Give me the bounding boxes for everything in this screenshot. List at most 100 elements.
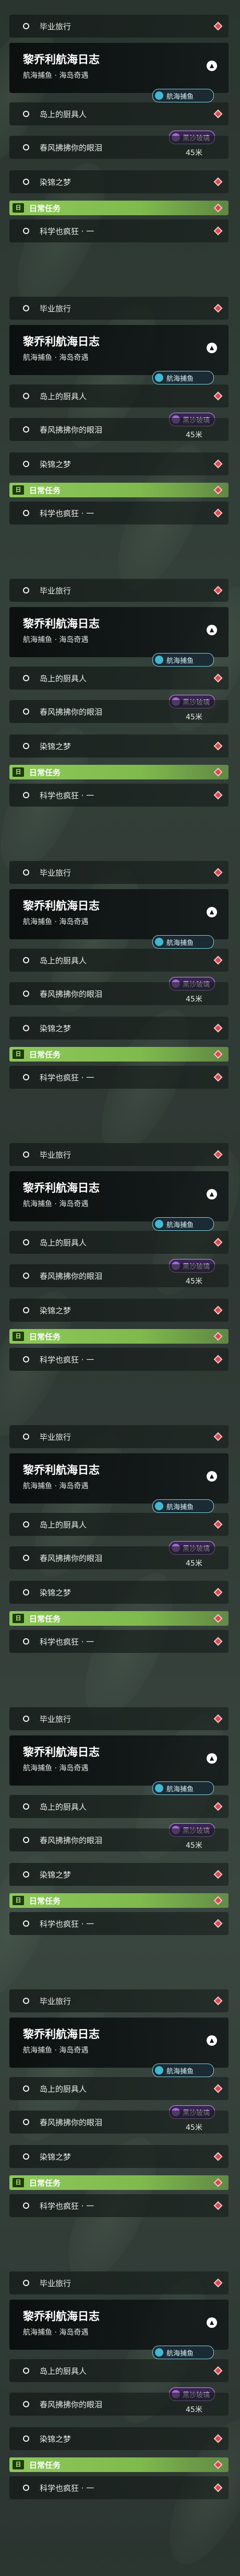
- active-quest-card[interactable]: 黎乔利航海日志 航海捕鱼 · 海岛奇遇 ▲: [9, 2300, 229, 2350]
- quest-item-dye-dream[interactable]: 染锦之梦: [9, 1581, 229, 1604]
- daily-task-header[interactable]: 日 日常任务: [9, 2175, 229, 2190]
- quest-tracker-panel: 毕业旅行 黎乔利航海日志 航海捕鱼 · 海岛奇遇 ▲ 航海捕鱼 岛上的厨具人 黑…: [0, 846, 240, 1128]
- quest-item-island-people[interactable]: 岛上的厨具人: [9, 2359, 229, 2382]
- active-quest-card[interactable]: 黎乔利航海日志 航海捕鱼 · 海岛奇遇 ▲: [9, 1171, 229, 1221]
- quest-item-graduation[interactable]: 毕业旅行: [9, 1989, 229, 2012]
- quest-item-label: 科学也疯狂 · 一: [40, 1073, 94, 1082]
- chevron-up-icon[interactable]: ▲: [207, 2035, 217, 2046]
- quest-item-island-people[interactable]: 岛上的厨具人: [9, 1231, 229, 1254]
- quest-tracker-panel: 毕业旅行 黎乔利航海日志 航海捕鱼 · 海岛奇遇 ▲ 航海捕鱼 岛上的厨具人 黑…: [0, 564, 240, 846]
- daily-task-header[interactable]: 日 日常任务: [9, 201, 229, 215]
- active-quest-card[interactable]: 黎乔利航海日志 航海捕鱼 · 海岛奇遇 ▲: [9, 889, 229, 939]
- quest-item-graduation[interactable]: 毕业旅行: [9, 2271, 229, 2294]
- chevron-up-icon[interactable]: ▲: [207, 1471, 217, 1482]
- quest-item-label: 岛上的厨具人: [40, 1238, 87, 1248]
- circle-icon: [23, 1638, 29, 1645]
- quest-item-science[interactable]: 科学也疯狂 · 一: [9, 784, 229, 807]
- quest-item-graduation[interactable]: 毕业旅行: [9, 1425, 229, 1448]
- circle-icon: [23, 1239, 29, 1245]
- circle-icon: [23, 743, 29, 749]
- quest-item-dye-dream[interactable]: 染锦之梦: [9, 1017, 229, 1040]
- quest-item-label: 染锦之梦: [40, 177, 71, 187]
- quest-item-science[interactable]: 科学也疯狂 · 一: [9, 2194, 229, 2217]
- quest-title: 黎乔利航海日志: [23, 1464, 100, 1476]
- daily-task-header[interactable]: 日 日常任务: [9, 765, 229, 779]
- quest-item-graduation[interactable]: 毕业旅行: [9, 297, 229, 320]
- daily-task-icon: 日: [13, 203, 24, 213]
- map-marker-diamond-icon: [213, 177, 223, 187]
- quest-item-island-people[interactable]: 岛上的厨具人: [9, 384, 229, 407]
- quest-item-science[interactable]: 科学也疯狂 · 一: [9, 1630, 229, 1653]
- daily-task-header[interactable]: 日 日常任务: [9, 2457, 229, 2472]
- fishing-icon: [155, 656, 163, 664]
- active-quest-card[interactable]: 黎乔利航海日志 航海捕鱼 · 海岛奇遇 ▲: [9, 1735, 229, 1786]
- quest-item-graduation[interactable]: 毕业旅行: [9, 1707, 229, 1730]
- map-marker-diamond-icon: [213, 767, 223, 777]
- active-quest-card[interactable]: 黎乔利航海日志 航海捕鱼 · 海岛奇遇 ▲: [9, 607, 229, 657]
- map-marker-diamond-icon: [213, 109, 223, 119]
- map-marker-diamond-icon: [213, 1050, 223, 1059]
- map-marker-diamond-icon: [213, 1996, 223, 2006]
- chevron-up-icon[interactable]: ▲: [207, 907, 217, 917]
- active-quest-card[interactable]: 黎乔利航海日志 航海捕鱼 · 海岛奇遇 ▲: [9, 1453, 229, 1503]
- quest-item-island-people[interactable]: 岛上的厨具人: [9, 2077, 229, 2100]
- map-marker-diamond-icon: [213, 1432, 223, 1441]
- map-marker-diamond-icon: [213, 485, 223, 495]
- quest-item-island-people[interactable]: 岛上的厨具人: [9, 949, 229, 972]
- active-quest-card[interactable]: 黎乔利航海日志 航海捕鱼 · 海岛奇遇 ▲: [9, 2018, 229, 2068]
- quest-item-dye-dream[interactable]: 染锦之梦: [9, 1863, 229, 1886]
- chevron-up-icon[interactable]: ▲: [207, 343, 217, 353]
- distance-label: 45米: [186, 2124, 202, 2132]
- quest-item-science[interactable]: 科学也疯狂 · 一: [9, 219, 229, 242]
- quest-item-island-people[interactable]: 岛上的厨具人: [9, 1513, 229, 1536]
- daily-task-header[interactable]: 日 日常任务: [9, 483, 229, 497]
- quest-item-science[interactable]: 科学也疯狂 · 一: [9, 1912, 229, 1935]
- quest-item-dye-dream[interactable]: 染锦之梦: [9, 2427, 229, 2450]
- quest-item-label: 春风拂拂你的眼泪: [40, 1271, 103, 1281]
- circle-icon: [23, 111, 29, 117]
- map-marker-diamond-icon: [213, 2483, 223, 2492]
- quest-tracker-panel: 毕业旅行 黎乔利航海日志 航海捕鱼 · 海岛奇遇 ▲ 航海捕鱼 岛上的厨具人 黑…: [0, 1693, 240, 1975]
- quest-item-science[interactable]: 科学也疯狂 · 一: [9, 1066, 229, 1089]
- quest-item-science[interactable]: 科学也疯狂 · 一: [9, 502, 229, 524]
- quest-item-science[interactable]: 科学也疯狂 · 一: [9, 2476, 229, 2499]
- chevron-up-icon[interactable]: ▲: [207, 1189, 217, 1199]
- map-marker-diamond-icon: [213, 2434, 223, 2443]
- chevron-up-icon[interactable]: ▲: [207, 1753, 217, 1764]
- quest-item-dye-dream[interactable]: 染锦之梦: [9, 2145, 229, 2168]
- sea-fishing-badge: 航海捕鱼: [152, 1499, 214, 1513]
- circle-icon: [23, 587, 29, 593]
- quest-item-dye-dream[interactable]: 染锦之梦: [9, 1299, 229, 1322]
- quest-item-label: 科学也疯狂 · 一: [40, 790, 94, 800]
- quest-item-label: 春风拂拂你的眼泪: [40, 425, 103, 435]
- daily-task-header[interactable]: 日 日常任务: [9, 1893, 229, 1908]
- chevron-up-icon[interactable]: ▲: [207, 61, 217, 71]
- quest-item-graduation[interactable]: 毕业旅行: [9, 1143, 229, 1166]
- quest-item-label: 科学也疯狂 · 一: [40, 2483, 94, 2493]
- distance-label: 45米: [186, 149, 202, 157]
- chevron-up-icon[interactable]: ▲: [207, 625, 217, 635]
- daily-task-header[interactable]: 日 日常任务: [9, 1047, 229, 1062]
- daily-task-header[interactable]: 日 日常任务: [9, 1611, 229, 1626]
- map-marker-diamond-icon: [213, 391, 223, 401]
- quest-item-graduation[interactable]: 毕业旅行: [9, 15, 229, 38]
- daily-task-label: 日常任务: [29, 1614, 61, 1624]
- quest-item-island-people[interactable]: 岛上的厨具人: [9, 1795, 229, 1818]
- daily-task-header[interactable]: 日 日常任务: [9, 1329, 229, 1344]
- quest-item-dye-dream[interactable]: 染锦之梦: [9, 452, 229, 475]
- quest-tracker-panel: 毕业旅行 黎乔利航海日志 航海捕鱼 · 海岛奇遇 ▲ 航海捕鱼 岛上的厨具人 黑…: [0, 282, 240, 564]
- quest-item-island-people[interactable]: 岛上的厨具人: [9, 667, 229, 690]
- quest-item-dye-dream[interactable]: 染锦之梦: [9, 170, 229, 193]
- active-quest-card[interactable]: 黎乔利航海日志 航海捕鱼 · 海岛奇遇 ▲: [9, 43, 229, 93]
- circle-icon: [23, 1803, 29, 1810]
- map-marker-diamond-icon: [213, 1802, 223, 1811]
- quest-item-science[interactable]: 科学也疯狂 · 一: [9, 1348, 229, 1371]
- quest-item-graduation[interactable]: 毕业旅行: [9, 579, 229, 602]
- active-quest-card[interactable]: 黎乔利航海日志 航海捕鱼 · 海岛奇遇 ▲: [9, 325, 229, 375]
- quest-item-graduation[interactable]: 毕业旅行: [9, 861, 229, 884]
- quest-item-island-people[interactable]: 岛上的厨具人: [9, 102, 229, 125]
- quest-item-dye-dream[interactable]: 染锦之梦: [9, 735, 229, 757]
- chevron-up-icon[interactable]: ▲: [207, 2317, 217, 2328]
- quest-item-label: 染锦之梦: [40, 1023, 71, 1033]
- daily-task-label: 日常任务: [29, 767, 61, 777]
